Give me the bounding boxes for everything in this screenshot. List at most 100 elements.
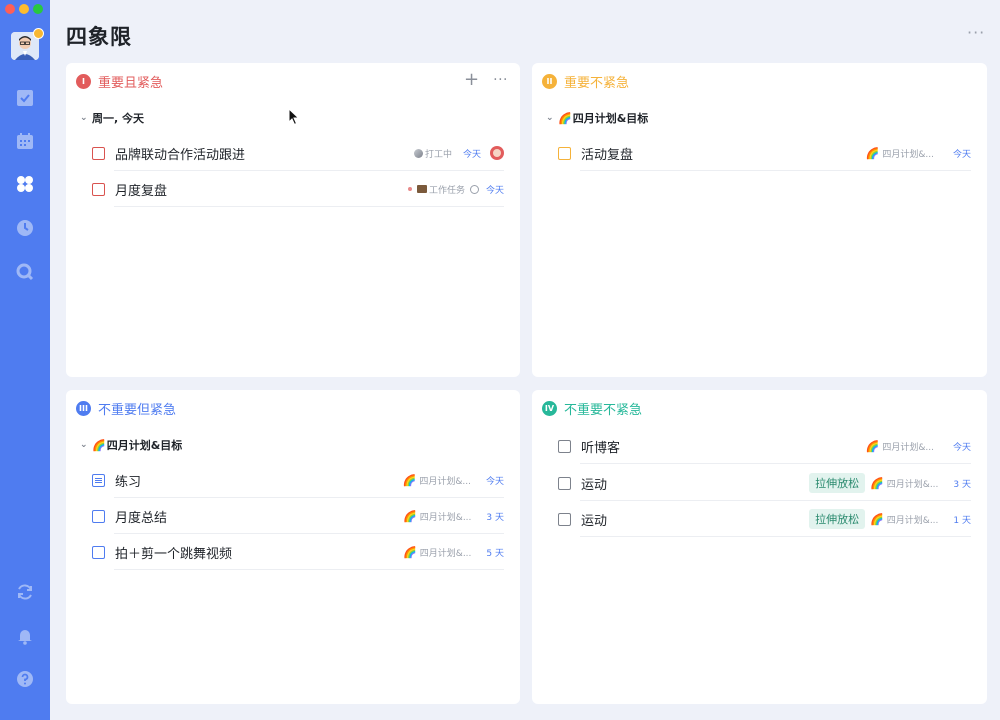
rainbow-icon: 🌈 bbox=[870, 512, 884, 526]
group-label: 周一, 今天 bbox=[92, 112, 145, 125]
group-header[interactable]: ⌄ 🌈 四月计划&目标 bbox=[80, 437, 182, 453]
task-row[interactable]: 活动复盘 🌈 四月计划&... 今天 bbox=[558, 135, 971, 171]
task-title: 活动复盘 bbox=[581, 147, 634, 163]
task-list-badge: 🌈 四月计划&... bbox=[866, 147, 934, 160]
task-icon[interactable] bbox=[15, 88, 35, 108]
task-checkbox[interactable] bbox=[558, 512, 571, 526]
group-header[interactable]: ⌄ 周一, 今天 bbox=[80, 110, 144, 126]
task-checkbox[interactable] bbox=[92, 182, 105, 196]
close-window-button[interactable] bbox=[5, 4, 15, 14]
add-task-icon[interactable]: + bbox=[464, 71, 479, 89]
task-row[interactable]: 练习 🌈 四月计划&... 今天 bbox=[92, 462, 504, 498]
task-title: 月度复盘 bbox=[115, 183, 168, 199]
task-checkbox[interactable] bbox=[92, 146, 105, 160]
quadrant-header: III 不重要但紧急 bbox=[76, 400, 176, 418]
note-checkbox[interactable] bbox=[92, 473, 105, 487]
minimize-window-button[interactable] bbox=[19, 4, 29, 14]
task-row[interactable]: 月度复盘 工作任务 今天 bbox=[92, 171, 504, 207]
rainbow-icon: 🌈 bbox=[403, 545, 417, 559]
help-icon[interactable] bbox=[15, 669, 35, 689]
task-due-date: 今天 bbox=[952, 442, 971, 453]
chevron-down-icon[interactable]: ⌄ bbox=[546, 113, 554, 123]
pomodoro-icon[interactable] bbox=[15, 218, 35, 238]
task-row[interactable]: 品牌联动合作活动跟进 打工中 今天 bbox=[92, 135, 504, 171]
task-row[interactable]: 拍＋剪一个跳舞视频 🌈 四月计划&... 5 天 bbox=[92, 534, 504, 570]
calendar-icon[interactable] bbox=[15, 131, 35, 151]
task-checkbox[interactable] bbox=[92, 545, 105, 559]
list-icon bbox=[413, 148, 423, 158]
task-tag[interactable]: 拉伸放松 bbox=[809, 473, 866, 493]
task-row[interactable]: 运动 拉伸放松 🌈 四月计划&... 3 天 bbox=[558, 465, 971, 501]
quadrant-urgent-not-important: III 不重要但紧急 ⌄ 🌈 四月计划&目标 练习 🌈 四月计划&... 今天 … bbox=[66, 390, 520, 704]
task-due-date: 3 天 bbox=[953, 479, 971, 490]
task-row[interactable]: 月度总结 🌈 四月计划&... 3 天 bbox=[92, 498, 504, 534]
quadrant-header: II 重要不紧急 bbox=[542, 73, 630, 91]
quadrant-badge-icon: IV bbox=[542, 400, 557, 416]
quadrant-not-urgent-not-important: IV 不重要不紧急 听博客 🌈 四月计划&... 今天 运动 拉伸放松 🌈 四月… bbox=[532, 390, 987, 704]
task-due-date: 今天 bbox=[952, 149, 971, 160]
chevron-down-icon[interactable]: ⌄ bbox=[80, 113, 88, 123]
task-row[interactable]: 听博客 🌈 四月计划&... 今天 bbox=[558, 428, 971, 464]
rainbow-icon: 🌈 bbox=[402, 473, 417, 487]
briefcase-icon bbox=[416, 185, 427, 193]
chevron-down-icon[interactable]: ⌄ bbox=[80, 440, 88, 450]
task-list-badge: 🌈 四月计划&... bbox=[403, 510, 471, 523]
assignee-avatar bbox=[490, 146, 504, 160]
notification-icon[interactable] bbox=[15, 626, 35, 646]
task-list-label: 四月计划&... bbox=[419, 512, 472, 523]
progress-ring-icon bbox=[469, 184, 479, 194]
premium-badge-icon bbox=[33, 28, 44, 39]
task-list-label: 四月计划&... bbox=[886, 479, 939, 490]
task-list-label: 四月计划&... bbox=[882, 149, 934, 160]
task-list-label: 四月计划&... bbox=[419, 548, 472, 559]
task-list-badge: 🌈 四月计划&... bbox=[870, 477, 938, 490]
task-checkbox[interactable] bbox=[558, 439, 571, 453]
task-due-date: 5 天 bbox=[486, 548, 504, 559]
quadrant-badge-icon: II bbox=[542, 73, 557, 89]
task-due-date: 1 天 bbox=[953, 515, 971, 526]
rainbow-icon: 🌈 bbox=[870, 476, 884, 490]
quadrant-title: 不重要不紧急 bbox=[564, 402, 643, 418]
task-list-badge: 🌈 四月计划&... bbox=[870, 513, 938, 526]
maximize-window-button[interactable] bbox=[33, 4, 43, 14]
more-icon[interactable]: ··· bbox=[493, 71, 508, 89]
task-list-badge: 工作任务 bbox=[416, 183, 465, 196]
task-title: 拍＋剪一个跳舞视频 bbox=[115, 546, 233, 562]
task-list-label: 工作任务 bbox=[428, 185, 465, 196]
quadrant-badge-icon: III bbox=[76, 400, 91, 416]
quadrant-badge-icon: I bbox=[76, 73, 91, 89]
rainbow-icon: 🌈 bbox=[865, 146, 880, 160]
more-options-icon[interactable]: ··· bbox=[967, 25, 985, 41]
quadrant-header: IV 不重要不紧急 bbox=[542, 400, 643, 418]
task-tag[interactable]: 拉伸放松 bbox=[809, 509, 866, 529]
task-list-label: 打工中 bbox=[424, 149, 452, 160]
sync-icon[interactable] bbox=[15, 582, 35, 602]
rainbow-icon: 🌈 bbox=[865, 439, 880, 453]
search-icon[interactable] bbox=[15, 262, 35, 282]
page-title: 四象限 bbox=[66, 25, 132, 49]
quadrant-important-not-urgent: II 重要不紧急 ⌄ 🌈 四月计划&目标 活动复盘 🌈 四月计划&... 今天 bbox=[532, 63, 987, 377]
group-header[interactable]: ⌄ 🌈 四月计划&目标 bbox=[546, 110, 648, 126]
task-list-label: 四月计划&... bbox=[419, 476, 471, 487]
task-checkbox[interactable] bbox=[558, 146, 571, 160]
group-label: 四月计划&目标 bbox=[572, 112, 649, 125]
task-due-date: 今天 bbox=[485, 476, 504, 487]
quadrant-title: 重要不紧急 bbox=[564, 75, 630, 91]
window-controls bbox=[5, 4, 43, 14]
mouse-cursor-icon bbox=[288, 108, 300, 126]
task-list-badge: 🌈 四月计划&... bbox=[403, 474, 471, 487]
task-list-label: 四月计划&... bbox=[882, 442, 934, 453]
task-list-badge: 打工中 bbox=[413, 147, 452, 160]
task-list-badge: 🌈 四月计划&... bbox=[866, 440, 934, 453]
sidebar bbox=[0, 0, 50, 720]
quadrant-icon[interactable] bbox=[15, 174, 35, 194]
task-list-label: 四月计划&... bbox=[886, 515, 939, 526]
task-title: 运动 bbox=[581, 513, 608, 529]
task-checkbox[interactable] bbox=[558, 476, 571, 490]
task-row[interactable]: 运动 拉伸放松 🌈 四月计划&... 1 天 bbox=[558, 501, 971, 537]
rainbow-icon: 🌈 bbox=[92, 438, 106, 452]
task-title: 月度总结 bbox=[115, 510, 168, 526]
task-title: 品牌联动合作活动跟进 bbox=[115, 147, 246, 163]
quadrant-title: 重要且紧急 bbox=[98, 75, 164, 91]
task-checkbox[interactable] bbox=[92, 509, 105, 523]
